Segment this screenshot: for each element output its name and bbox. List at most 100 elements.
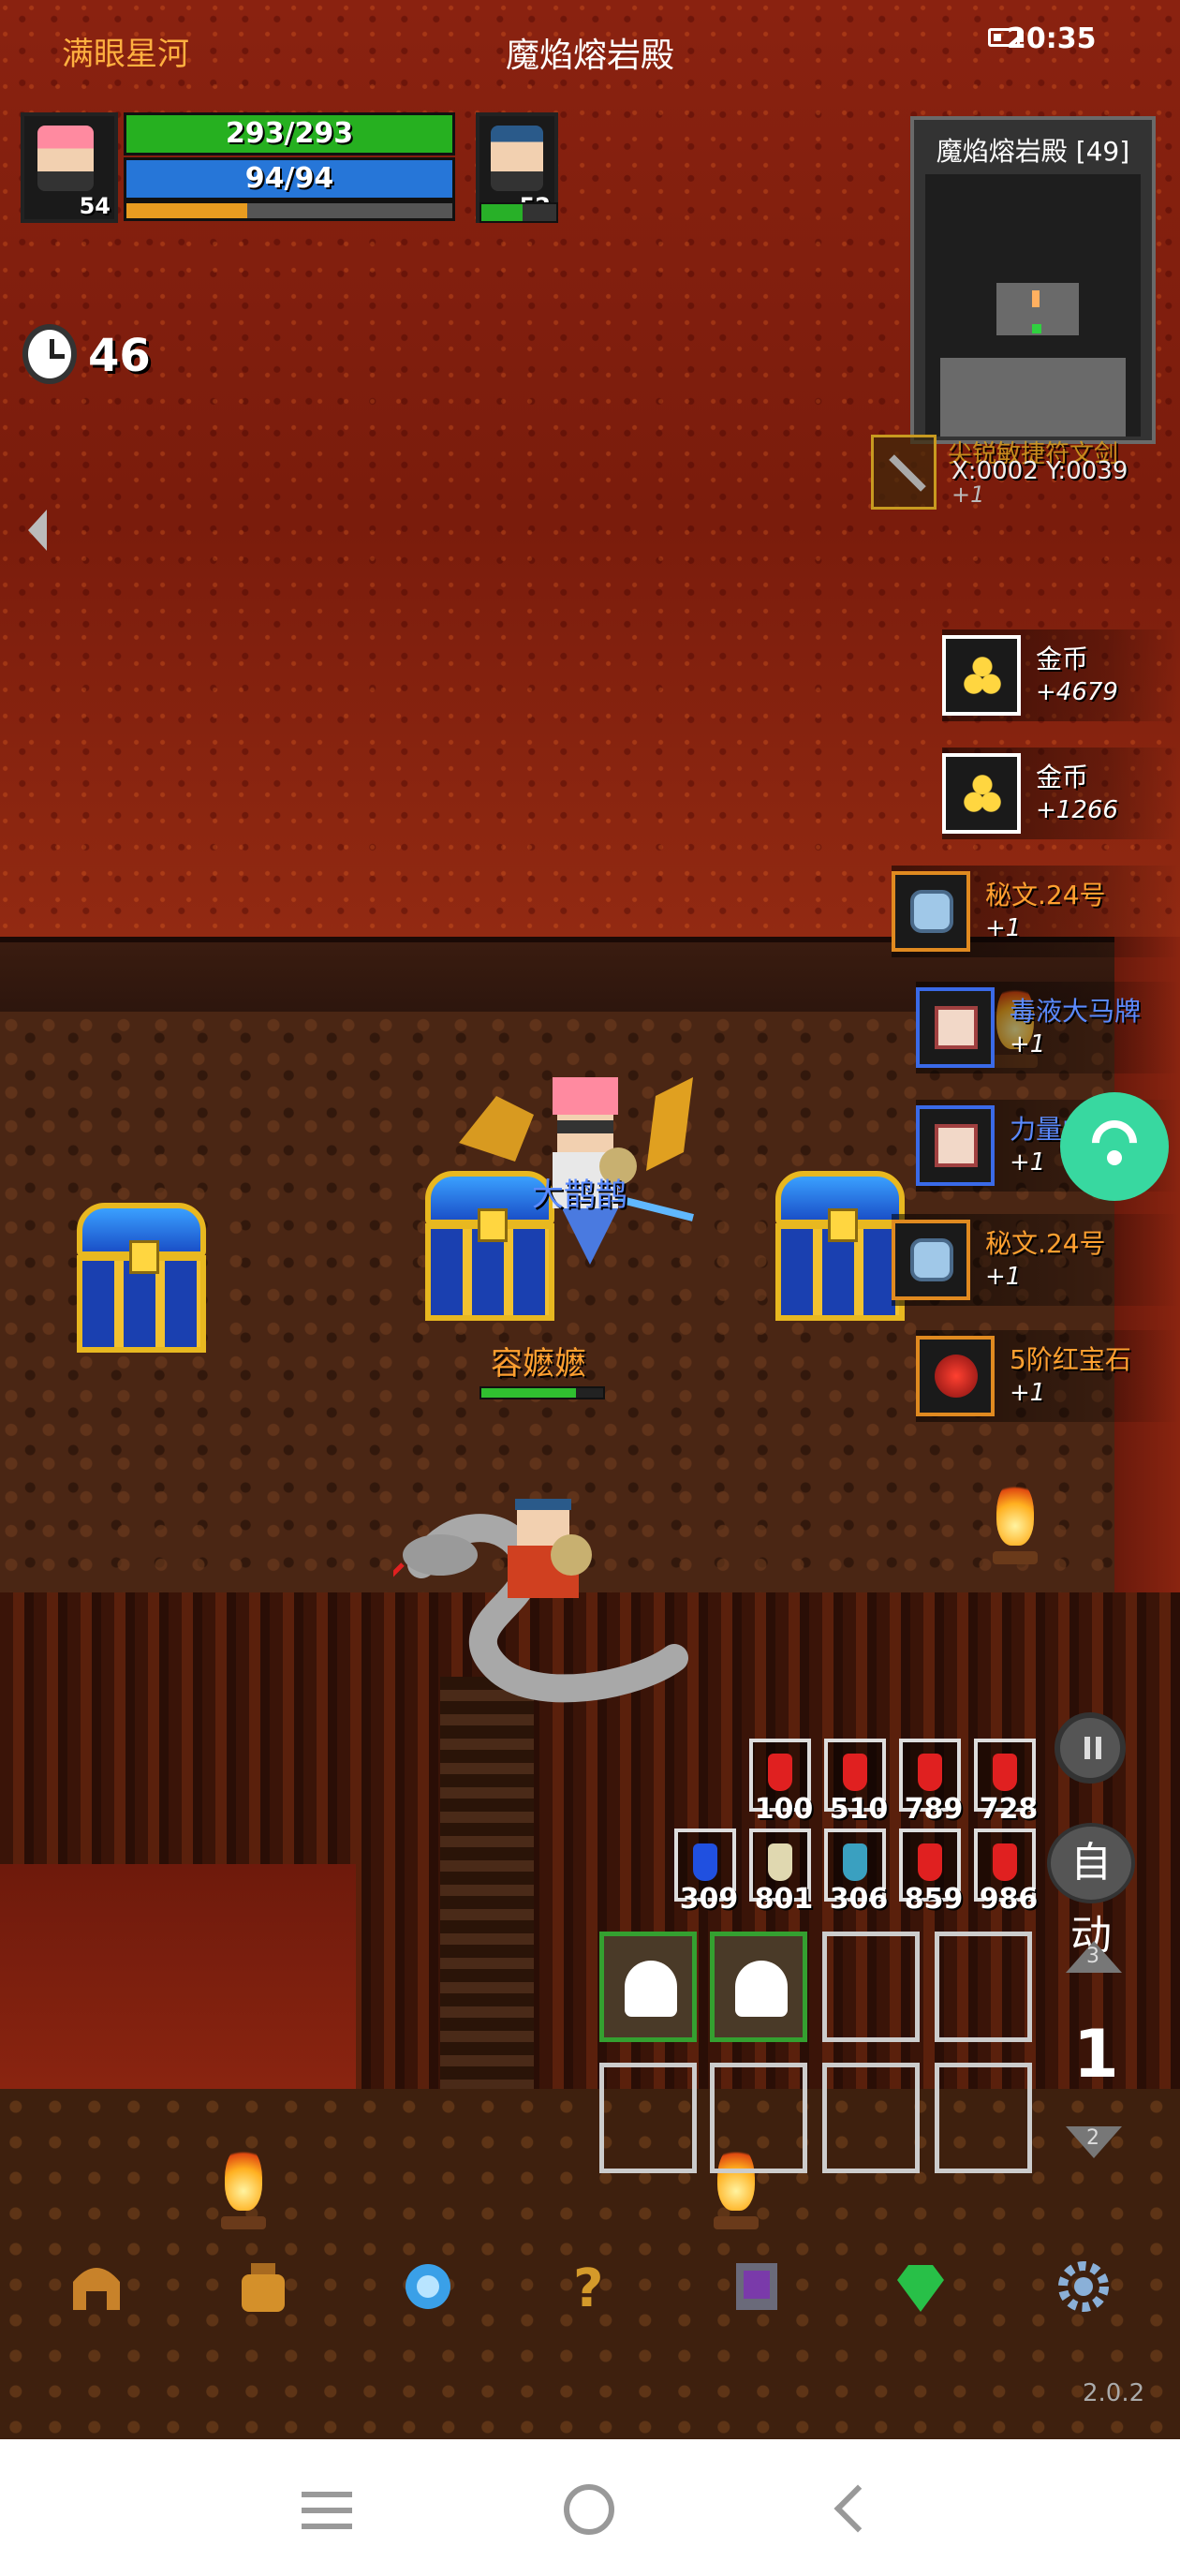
wifi-icon[interactable] [1060, 1092, 1169, 1201]
skill-slot-horse[interactable] [599, 1932, 697, 2042]
player-serpent-mount[interactable] [393, 1499, 693, 1714]
loot-name: 毒液大马牌 [1010, 996, 1142, 1027]
potion-icon [918, 1754, 942, 1791]
minimap-npc-marker [1032, 324, 1041, 333]
skill-slot-ghost[interactable] [710, 1932, 807, 2042]
bag-icon[interactable] [230, 2254, 296, 2319]
clock-time: 20:35 [1007, 22, 1097, 55]
potion-count: 510 [829, 1793, 889, 1826]
loot-count: +1 [1010, 1148, 1046, 1177]
treasure-chest[interactable] [770, 1171, 910, 1321]
helmet-icon[interactable] [64, 2254, 129, 2319]
potion-slot[interactable]: 789 [899, 1739, 963, 1826]
loot-item: 金币 +1266 [942, 748, 1180, 839]
ruby-icon [935, 1355, 978, 1398]
potion-slot[interactable]: 510 [824, 1739, 888, 1826]
potion-icon [993, 1843, 1017, 1881]
gem-icon[interactable] [888, 2254, 953, 2319]
skill-slot-empty[interactable] [599, 2063, 697, 2173]
skill-slot-empty[interactable] [822, 2063, 920, 2173]
minimap-player-marker [1032, 290, 1040, 307]
potion-slot[interactable]: 309 [674, 1828, 738, 1916]
pet-avatar [491, 126, 543, 191]
xp-bar [124, 200, 455, 221]
svg-text:?: ? [573, 2258, 603, 2319]
skill-page-down-button[interactable]: 2 [1066, 2126, 1122, 2158]
settings-gear-icon[interactable] [1051, 2254, 1116, 2319]
hp-text: 293/293 [225, 117, 354, 150]
hp-bar: 293/293 [124, 112, 455, 155]
sword-icon [871, 435, 937, 510]
loot-name: 秘文.24号 [985, 880, 1106, 910]
lava-pool-left [0, 1864, 356, 2089]
player-level: 54 [79, 193, 111, 219]
crystal-icon[interactable] [395, 2254, 461, 2319]
skill-slot-empty[interactable] [822, 1932, 920, 2042]
potion-icon [693, 1843, 717, 1881]
potion-slot[interactable]: 801 [749, 1828, 813, 1916]
home-icon[interactable] [564, 2484, 614, 2535]
recent-apps-icon[interactable] [302, 2492, 352, 2529]
loot-name: 金币 [1036, 762, 1089, 792]
loot-item: 秘文.24号 +1 [892, 866, 1180, 957]
loot-count: +1 [1010, 1030, 1046, 1059]
potion-count: 100 [754, 1793, 814, 1826]
loot-item: 秘文.24号 +1 [892, 1214, 1180, 1306]
potion-slot[interactable]: 859 [899, 1828, 963, 1916]
pause-button[interactable] [1055, 1712, 1126, 1784]
pet-hp-fill [481, 204, 523, 221]
potion-count: 306 [829, 1883, 889, 1916]
loot-item: 毒液大马牌 +1 [916, 982, 1180, 1073]
torch-fire-icon [989, 1461, 1041, 1564]
potion-slot[interactable]: 728 [974, 1739, 1038, 1826]
minimap[interactable]: 魔焰熔岩殿 [49] [910, 116, 1156, 444]
loot-count: +1 [1010, 1379, 1046, 1407]
book-icon[interactable] [723, 2254, 789, 2319]
mp-text: 94/94 [244, 162, 334, 195]
map-title: 魔焰熔岩殿 [505, 37, 674, 75]
loot-count: +4679 [1036, 678, 1118, 706]
minimap-view [925, 174, 1141, 437]
quest-icon[interactable]: ? [560, 2254, 626, 2319]
timer-value: 46 [88, 330, 151, 382]
potion-slot[interactable]: 306 [824, 1828, 888, 1916]
potion-icon [768, 1843, 792, 1881]
treasure-chest[interactable] [71, 1203, 212, 1353]
gold-coin-icon [961, 654, 1004, 697]
potion-count: 859 [904, 1883, 964, 1916]
rune-stone-icon [910, 1238, 953, 1281]
loot-count: +1266 [1036, 796, 1118, 824]
potion-icon [993, 1754, 1017, 1791]
potion-icon [768, 1754, 792, 1791]
potion-count: 309 [679, 1883, 739, 1916]
skill-page-number: 1 [1073, 2016, 1119, 2093]
skill-slot-empty[interactable] [710, 2063, 807, 2173]
other-player-name: 大鹊鹊 [532, 1177, 627, 1214]
equip-toast-count: +1 [951, 481, 985, 508]
server-name: 满眼星河 [62, 36, 189, 73]
page-up-label: 3 [1086, 1945, 1099, 1968]
potion-slot[interactable]: 100 [749, 1739, 813, 1826]
potion-slot[interactable]: 986 [974, 1828, 1038, 1916]
player-portrait[interactable]: 54 [21, 112, 118, 223]
clock-icon [22, 324, 77, 384]
scroll-icon [935, 1006, 978, 1049]
version-label: 2.0.2 [1083, 2379, 1145, 2407]
ghost-skill-icon [735, 1961, 788, 2017]
skill-slot-empty[interactable] [935, 1932, 1032, 2042]
gold-coin-icon [961, 772, 1004, 815]
potion-count: 789 [904, 1793, 964, 1826]
minimap-title: 魔焰熔岩殿 [49] [936, 136, 1130, 167]
rune-stone-icon [910, 890, 953, 933]
loot-item: 金币 +4679 [942, 629, 1180, 721]
skill-page-up-button[interactable]: 3 [1066, 1941, 1122, 1973]
skill-slot-empty[interactable] [935, 2063, 1032, 2173]
horse-skill-icon [625, 1961, 677, 2017]
pet-name: 容嬷嬷 [491, 1345, 586, 1383]
auto-battle-button[interactable]: 自动 [1047, 1823, 1135, 1960]
collapse-arrow-icon[interactable] [28, 510, 47, 551]
potion-count: 801 [754, 1883, 814, 1916]
pet-hp-bar [479, 202, 558, 223]
loot-name: 秘文.24号 [985, 1228, 1106, 1259]
potion-icon [843, 1754, 867, 1791]
